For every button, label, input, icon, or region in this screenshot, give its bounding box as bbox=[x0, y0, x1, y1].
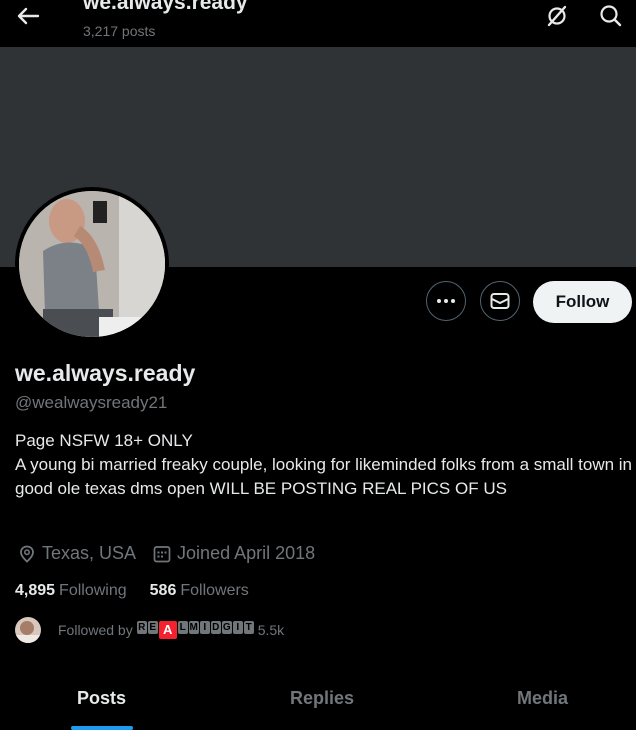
following-link[interactable]: 4,895 Following bbox=[15, 582, 127, 600]
header-title: we.always.ready bbox=[83, 0, 248, 14]
profile-meta: Texas, USA Joined April 2018 bbox=[18, 543, 315, 564]
search-icon[interactable] bbox=[598, 4, 624, 28]
follower-avatar bbox=[15, 617, 41, 643]
active-tab-indicator bbox=[71, 726, 133, 730]
followed-by-suffix: 5.5k bbox=[257, 622, 285, 638]
more-options-button[interactable] bbox=[426, 281, 466, 321]
followed-by[interactable]: Followed by REALMIDGIT 5.5k bbox=[15, 617, 284, 643]
grok-slash-icon[interactable] bbox=[544, 4, 570, 28]
profile-tabs: Posts Replies Media bbox=[0, 668, 636, 730]
profile-avatar[interactable] bbox=[15, 187, 169, 341]
profile-joined: Joined April 2018 bbox=[177, 543, 316, 563]
followers-count: 586 bbox=[149, 582, 177, 599]
mail-icon bbox=[490, 293, 510, 309]
back-arrow-icon[interactable] bbox=[14, 6, 42, 26]
header-posts-count: 3,217 posts bbox=[83, 23, 156, 39]
profile-stats: 4,895 Following 586 Followers bbox=[15, 582, 249, 600]
followers-label: Followers bbox=[180, 582, 249, 599]
followed-by-prefix: Followed by bbox=[58, 622, 133, 638]
profile-handle: @wealwaysready21 bbox=[15, 393, 168, 412]
tab-posts[interactable]: Posts bbox=[77, 688, 126, 709]
profile-location: Texas, USA bbox=[42, 543, 137, 563]
following-count: 4,895 bbox=[15, 582, 56, 599]
more-icon bbox=[437, 299, 455, 303]
profile-bio: Page NSFW 18+ ONLY A young bi married fr… bbox=[15, 429, 635, 501]
bio-line-2: A young bi married freaky couple, lookin… bbox=[15, 455, 633, 498]
follow-button[interactable]: Follow bbox=[533, 281, 632, 323]
avatar-photo bbox=[19, 191, 165, 337]
following-label: Following bbox=[59, 582, 127, 599]
location-icon bbox=[20, 545, 34, 563]
followers-link[interactable]: 586 Followers bbox=[150, 582, 249, 600]
top-bar: we.always.ready 3,217 posts bbox=[0, 0, 636, 46]
bio-line-1: Page NSFW 18+ ONLY bbox=[15, 431, 193, 450]
calendar-icon bbox=[153, 545, 171, 562]
message-button[interactable] bbox=[480, 281, 520, 321]
follower-name-graphic: REALMIDGIT bbox=[136, 621, 254, 639]
profile-display-name: we.always.ready bbox=[15, 360, 196, 386]
tab-media[interactable]: Media bbox=[517, 688, 568, 709]
tab-replies[interactable]: Replies bbox=[290, 688, 354, 709]
